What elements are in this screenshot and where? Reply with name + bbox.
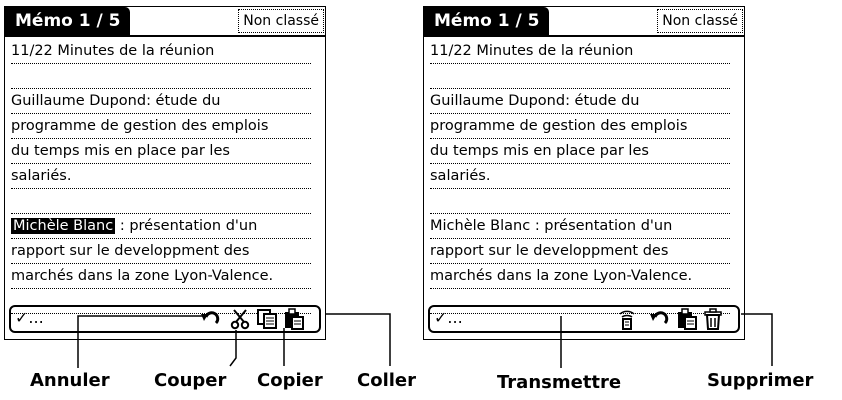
memo-line[interactable]: 11/22 Minutes de la réunion — [430, 39, 730, 64]
title-bar: Mémo 1 / 5 Non classé — [5, 7, 325, 37]
memo-line[interactable]: marchés dans la zone Lyon-Valence. — [430, 264, 730, 289]
memo-screen-edit: Mémo 1 / 5 Non classé 11/22 Minutes de l… — [4, 6, 326, 340]
callout-couper: Couper — [154, 370, 227, 391]
memo-line[interactable]: rapport sur le developpment des — [430, 239, 730, 264]
memo-line[interactable] — [11, 64, 311, 89]
callout-supprimer: Supprimer — [707, 370, 814, 391]
done-button[interactable]: ✓... — [15, 308, 44, 327]
memo-line[interactable]: programme de gestion des emplois — [430, 114, 730, 139]
memo-line[interactable]: salariés. — [430, 164, 730, 189]
selected-text[interactable]: Michèle Blanc — [11, 218, 116, 234]
beam-icon[interactable] — [616, 308, 638, 330]
memo-line[interactable]: du temps mis en place par les — [430, 139, 730, 164]
leader-supprimer — [741, 313, 773, 366]
undo-icon[interactable] — [648, 308, 670, 330]
paste-icon[interactable] — [676, 308, 698, 330]
title-bar: Mémo 1 / 5 Non classé — [424, 7, 744, 37]
scissors-icon[interactable] — [229, 308, 251, 330]
memo-line[interactable]: programme de gestion des emplois — [11, 114, 311, 139]
memo-title: Mémo 1 / 5 — [5, 7, 131, 35]
command-toolbar: ✓... — [428, 305, 740, 333]
paste-icon[interactable] — [283, 308, 305, 330]
memo-line[interactable] — [11, 189, 311, 214]
callout-coller: Coller — [357, 370, 417, 391]
done-button[interactable]: ✓... — [434, 308, 463, 327]
copy-icon[interactable] — [256, 308, 278, 330]
leader-coller — [325, 313, 391, 366]
memo-title: Mémo 1 / 5 — [424, 7, 550, 35]
callout-copier: Copier — [257, 370, 323, 391]
memo-line[interactable] — [430, 189, 730, 214]
memo-line[interactable]: 11/22 Minutes de la réunion — [11, 39, 311, 64]
category-picker[interactable]: Non classé — [238, 9, 324, 33]
memo-screen-record: Mémo 1 / 5 Non classé 11/22 Minutes de l… — [423, 6, 745, 340]
memo-body[interactable]: 11/22 Minutes de la réunion Guillaume Du… — [11, 39, 311, 314]
memo-line[interactable]: Guillaume Dupond: étude du — [11, 89, 311, 114]
memo-line[interactable] — [430, 64, 730, 89]
memo-line-selected[interactable]: Michèle Blanc : présentation d'un — [11, 214, 311, 239]
memo-line[interactable]: Michèle Blanc : présentation d'un — [430, 214, 730, 239]
memo-line[interactable]: Guillaume Dupond: étude du — [430, 89, 730, 114]
callout-transmettre: Transmettre — [497, 372, 622, 393]
memo-body[interactable]: 11/22 Minutes de la réunion Guillaume Du… — [430, 39, 730, 314]
memo-line[interactable]: du temps mis en place par les — [11, 139, 311, 164]
memo-line[interactable]: salariés. — [11, 164, 311, 189]
line-rest: : présentation d'un — [115, 218, 258, 234]
command-toolbar: ✓... — [9, 305, 321, 333]
memo-line[interactable]: rapport sur le developpment des — [11, 239, 311, 264]
trash-icon[interactable] — [702, 308, 724, 330]
memo-line[interactable]: marchés dans la zone Lyon-Valence. — [11, 264, 311, 289]
callout-annuler: Annuler — [30, 370, 110, 391]
undo-icon[interactable] — [199, 308, 221, 330]
category-picker[interactable]: Non classé — [657, 9, 743, 33]
